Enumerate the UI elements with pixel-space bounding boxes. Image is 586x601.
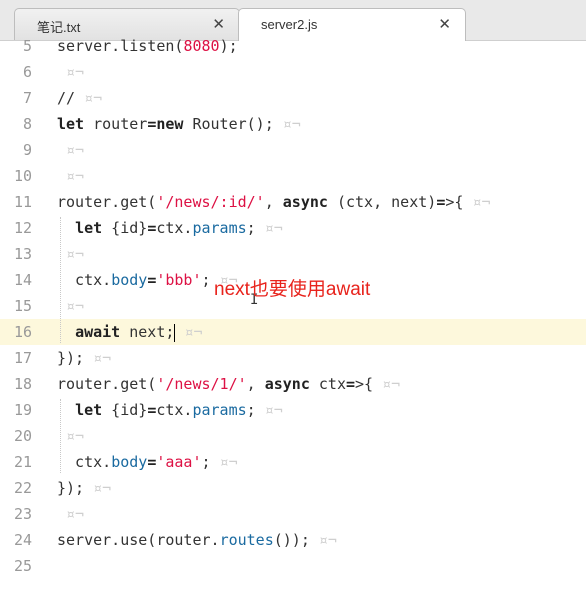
whitespace-marker: ¤¬ [264, 219, 283, 237]
whitespace-marker: ¤¬ [382, 375, 401, 393]
code-line[interactable]: 11 router.get('/news/:id/', async (ctx, n… [0, 189, 586, 215]
whitespace-marker: ¤¬ [66, 63, 85, 81]
code-line[interactable]: 24 server.use(router.routes()); ¤¬ [0, 527, 586, 553]
code-editor[interactable]: 5 server.listen(8080); 6 ¤¬ 7 // ¤¬ 8 let rout… [0, 37, 586, 601]
annotation-note: next也要使用await [214, 279, 371, 300]
line-number: 25 [13, 557, 32, 575]
tab-label: server2.js [261, 17, 318, 32]
code-line[interactable]: 10 ¤¬ [0, 163, 586, 189]
code-text: ctx.body='aaa'; ¤¬ [57, 453, 238, 471]
code-line[interactable]: 21 ctx.body='aaa'; ¤¬ [0, 449, 586, 475]
line-number: 20 [13, 427, 32, 445]
whitespace-marker: ¤¬ [184, 323, 203, 341]
line-number: 21 [13, 453, 32, 471]
close-icon[interactable]: ✕ [212, 15, 225, 33]
code-line[interactable]: 8 let router=new Router(); ¤¬ [0, 111, 586, 137]
code-text: }); ¤¬ [57, 479, 112, 497]
indent-guide [60, 217, 62, 343]
code-text: ctx.body='bbb'; ¤¬ [57, 271, 238, 289]
code-line[interactable]: 25 [0, 553, 586, 579]
code-line[interactable]: 19 let {id}=ctx.params; ¤¬ [0, 397, 586, 423]
whitespace-marker: ¤¬ [93, 349, 112, 367]
code-line[interactable]: 5 server.listen(8080); [0, 33, 586, 59]
line-number: 11 [13, 193, 32, 211]
indent-guide [60, 399, 62, 473]
whitespace-marker: ¤¬ [93, 479, 112, 497]
code-line[interactable]: 23 ¤¬ [0, 501, 586, 527]
line-number: 18 [13, 375, 32, 393]
code-line[interactable]: 7 // ¤¬ [0, 85, 586, 111]
code-text: ¤¬ [57, 137, 84, 163]
whitespace-marker: ¤¬ [66, 141, 85, 159]
code-line[interactable]: 17 }); ¤¬ [0, 345, 586, 371]
line-number: 23 [13, 505, 32, 523]
whitespace-marker: ¤¬ [66, 505, 85, 523]
line-number: 24 [13, 531, 32, 549]
whitespace-marker: ¤¬ [66, 427, 85, 445]
code-line[interactable]: 22 }); ¤¬ [0, 475, 586, 501]
code-line[interactable]: 18 router.get('/news/1/', async ctx=>{ ¤¬ [0, 371, 586, 397]
code-line[interactable]: 20 ¤¬ [0, 423, 586, 449]
code-text: ¤¬ [57, 163, 84, 189]
code-line[interactable]: 16 await next; ¤¬ [0, 319, 586, 345]
whitespace-marker: ¤¬ [66, 297, 85, 315]
line-number: 6 [22, 63, 32, 81]
line-number: 15 [13, 297, 32, 315]
code-line[interactable]: 6 ¤¬ [0, 59, 586, 85]
line-number: 8 [22, 115, 32, 133]
code-text: ¤¬ [57, 501, 84, 527]
code-text: await next; ¤¬ [75, 323, 203, 342]
line-number: 16 [13, 323, 32, 341]
whitespace-marker: ¤¬ [219, 453, 238, 471]
whitespace-marker: ¤¬ [282, 115, 301, 133]
code-text: let {id}=ctx.params; ¤¬ [75, 401, 283, 419]
close-icon[interactable]: ✕ [438, 15, 451, 33]
code-text: let router=new Router(); ¤¬ [57, 115, 301, 133]
line-number: 22 [13, 479, 32, 497]
whitespace-marker: ¤¬ [66, 167, 85, 185]
whitespace-marker: ¤¬ [264, 401, 283, 419]
line-number: 17 [13, 349, 32, 367]
code-text: // ¤¬ [57, 89, 103, 107]
whitespace-marker: ¤¬ [66, 245, 85, 263]
line-number: 12 [13, 219, 32, 237]
code-text: }); ¤¬ [57, 349, 112, 367]
line-number: 10 [13, 167, 32, 185]
code-text: let {id}=ctx.params; ¤¬ [75, 219, 283, 237]
code-text: router.get('/news/:id/', async (ctx, nex… [57, 193, 491, 211]
line-number: 9 [22, 141, 32, 159]
line-number: 7 [22, 89, 32, 107]
whitespace-marker: ¤¬ [318, 531, 337, 549]
code-line[interactable]: 13 ¤¬ [0, 241, 586, 267]
code-text: server.use(router.routes()); ¤¬ [57, 531, 337, 549]
line-number: 13 [13, 245, 32, 263]
code-text: router.get('/news/1/', async ctx=>{ ¤¬ [57, 375, 401, 393]
code-text: ¤¬ [57, 59, 84, 85]
line-number: 19 [13, 401, 32, 419]
whitespace-marker: ¤¬ [472, 193, 491, 211]
line-number: 5 [22, 37, 32, 55]
text-cursor [174, 323, 176, 342]
code-line[interactable]: 9 ¤¬ [0, 137, 586, 163]
line-number: 14 [13, 271, 32, 289]
whitespace-marker: ¤¬ [84, 89, 103, 107]
code-text: server.listen(8080); [57, 37, 238, 55]
code-line[interactable]: 12 let {id}=ctx.params; ¤¬ [0, 215, 586, 241]
